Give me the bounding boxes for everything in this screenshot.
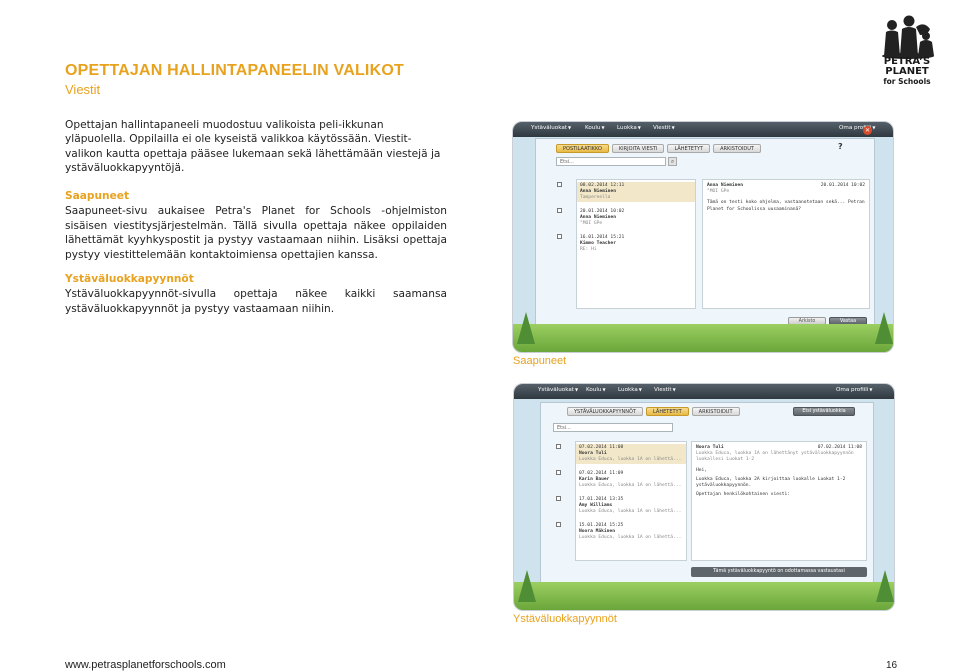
message-checkbox[interactable]: [557, 234, 562, 239]
list-item[interactable]: 15.01.2014 15:25 Noora Mäkinen Luokka Ed…: [556, 522, 686, 542]
footer-url: www.petrasplanetforschools.com: [65, 659, 226, 671]
list-item[interactable]: 20.01.2014 10:02 Anna Nieminen "MOI GPe: [557, 208, 695, 228]
menu-luokka[interactable]: Luokka▼: [617, 125, 641, 131]
screenshot-saapuneet: Ystäväluokat▼ Koulu▼ Luokka▼ Viestit▼ Om…: [512, 121, 894, 353]
section-heading-saapuneet: Saapuneet: [65, 190, 130, 202]
landscape-ground: [513, 324, 893, 352]
help-icon[interactable]: ?: [838, 142, 843, 151]
tab-bar: YSTÄVÄLUOKKAPYYNNÖT LÄHETETYT ARKISTOIDU…: [567, 407, 740, 416]
list-item[interactable]: 16.01.2014 15:21 Kimmo Teacher RE: Hi: [557, 234, 695, 254]
list-item[interactable]: 17.01.2014 13:35 Amy Williams Luokka Edu…: [556, 496, 686, 516]
tree-graphic: [875, 312, 893, 344]
reading-body: Luokka Educa, luokka 2A kirjoittaa luoka…: [696, 476, 846, 489]
messages-panel: POSTILAATIKKO KIRJOITA VIESTI LÄHETETYT …: [535, 126, 875, 336]
landscape-ground: [514, 582, 894, 610]
menu-viestit[interactable]: Viestit▼: [653, 125, 675, 131]
tree-graphic: [518, 570, 536, 602]
reading-sign: Opettajan henkilökohtainen viesti:: [696, 492, 791, 498]
reading-greeting: Hei,: [696, 467, 708, 473]
find-friend-classes-button[interactable]: Etsi ystäväluokkia: [793, 407, 855, 416]
request-list: 07.02.2014 11:08 Noora Tuli Luokka Educa…: [556, 441, 687, 561]
page-number: 16: [886, 660, 898, 671]
tab-arkistoidut[interactable]: ARKISTOIDUT: [691, 407, 740, 416]
request-checkbox[interactable]: [556, 522, 561, 527]
tree-graphic: [517, 312, 535, 344]
message-reading-pane: Anna Nieminen 20.01.2014 10:02 "MOI GPe …: [702, 179, 870, 309]
menu-viestit[interactable]: Viestit▼: [654, 387, 676, 393]
menu-ystavaluokat[interactable]: Ystäväluokat▼: [531, 125, 571, 131]
reading-body: Tämä on testi koko ohjelma, vastaanoteta…: [707, 200, 865, 212]
tab-ystavaluokkapyynnot[interactable]: YSTÄVÄLUOKKAPYYNNÖT: [567, 407, 644, 416]
message-checkbox[interactable]: [557, 182, 562, 187]
menu-oma-profiili[interactable]: Oma profiili▼: [836, 387, 872, 393]
tab-bar: POSTILAATIKKO KIRJOITA VIESTI LÄHETETYT …: [556, 144, 761, 153]
tab-postilaatikko[interactable]: POSTILAATIKKO: [556, 144, 609, 153]
friend-requests-panel: YSTÄVÄLUOKKAPYYNNÖT LÄHETETYT ARKISTOIDU…: [540, 402, 874, 588]
request-checkbox[interactable]: [556, 496, 561, 501]
tab-lahetetyt[interactable]: LÄHETETYT: [667, 144, 711, 153]
section-heading-ystavaluokkapyynnot: Ystäväluokkapyynnöt: [65, 273, 194, 285]
search-icon[interactable]: ⌕: [668, 157, 677, 166]
section-body-saapuneet: Saapuneet-sivu aukaisee Petra's Planet f…: [65, 205, 447, 261]
tab-kirjoita-viesti[interactable]: KIRJOITA VIESTI: [611, 144, 665, 153]
message-list: 08.02.2014 12:11 Anna Nieminen Tampereel…: [557, 179, 696, 309]
request-reading-pane: Noora Tuli 07.02.2014 11:08 Luokka Educa…: [691, 441, 867, 561]
caption-saapuneet: Saapuneet: [513, 355, 567, 367]
reading-subject: Luokka Educa, luokka 1A on lähettänyt ys…: [696, 451, 854, 463]
list-item[interactable]: 08.02.2014 12:11 Anna Nieminen Tampereel…: [557, 182, 695, 202]
menu-luokka[interactable]: Luokka▼: [618, 387, 642, 393]
section-body-ystavaluokkapyynnot: Ystäväluokkapyynnöt-sivulla opettaja näk…: [65, 288, 447, 315]
top-menu-bar: Ystäväluokat▼ Koulu▼ Luokka▼ Viestit▼ Om…: [514, 384, 894, 399]
tab-lahetetyt[interactable]: LÄHETETYT: [646, 407, 689, 416]
close-icon[interactable]: ✕: [863, 126, 872, 135]
tab-arkistoidut[interactable]: ARKISTOIDUT: [713, 144, 761, 153]
request-checkbox[interactable]: [556, 444, 561, 449]
message-checkbox[interactable]: [557, 208, 562, 213]
list-item[interactable]: 07.02.2014 11:08 Noora Tuli Luokka Educa…: [556, 444, 686, 464]
page-title: OPETTAJAN HALLINTAPANEELIN VALIKOT: [65, 62, 404, 79]
search-input[interactable]: Etsi...: [553, 423, 673, 432]
top-menu-bar: Ystäväluokat▼ Koulu▼ Luokka▼ Viestit▼ Om…: [513, 122, 893, 137]
menu-koulu[interactable]: Koulu▼: [586, 387, 606, 393]
menu-ystavaluokat[interactable]: Ystäväluokat▼: [538, 387, 578, 393]
tree-graphic: [876, 570, 894, 602]
logo-wordmark: PETRA’S PLANET for Schools: [883, 56, 931, 87]
menu-koulu[interactable]: Koulu▼: [585, 125, 605, 131]
request-checkbox[interactable]: [556, 470, 561, 475]
list-item[interactable]: 07.02.2014 11:09 Karin Bauer Luokka Educ…: [556, 470, 686, 490]
status-note: Tämä ystäväluokkapyyntö on odottamassa v…: [691, 567, 867, 577]
reading-date: 20.01.2014 10:02: [820, 183, 865, 188]
page-subtitle: Viestit: [65, 82, 101, 97]
intro-paragraph: Opettajan hallintapaneeli muodostuu vali…: [65, 119, 441, 175]
screenshot-ystavaluokkapyynnot: Ystäväluokat▼ Koulu▼ Luokka▼ Viestit▼ Om…: [513, 383, 895, 611]
reading-subject: "MOI GPe: [707, 189, 730, 195]
caption-ystavaluokkapyynnot: Ystäväluokkapyynnöt: [513, 613, 617, 625]
search-input[interactable]: Etsi...: [556, 157, 666, 166]
